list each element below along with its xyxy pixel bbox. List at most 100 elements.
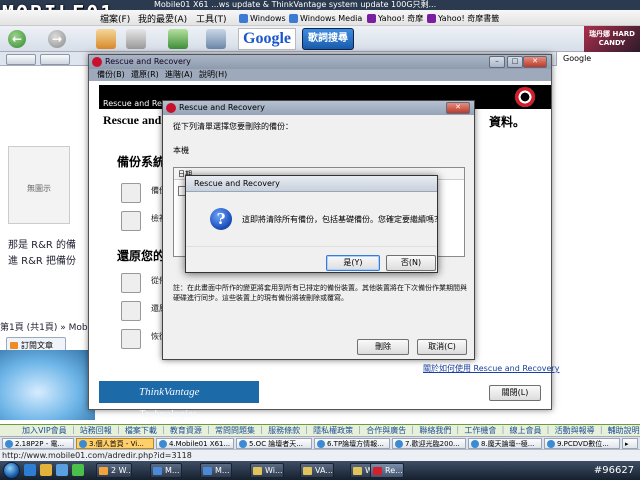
main-window-titlebar[interactable]: Rescue and Recovery – □ ✕ bbox=[89, 55, 551, 69]
post-text-line: 進 R&R 把備份 bbox=[8, 256, 77, 267]
delete-prompt: 從下列清單選擇您要刪除的備份： bbox=[173, 122, 293, 131]
delete-button[interactable]: 刪除 bbox=[357, 339, 409, 355]
delete-note: 註：在此畫面中所作的變更將套用到所有已排定的備份裝置。其他裝置將在下次備份作業期… bbox=[173, 284, 467, 302]
post-text-line: 那是 R&R 的備 bbox=[8, 240, 77, 251]
yes-button[interactable]: 是(Y) bbox=[326, 255, 380, 271]
rss-icon bbox=[10, 342, 18, 349]
main-close-button[interactable]: 關閉(L) bbox=[489, 385, 541, 401]
browser-tab[interactable]: 7.歡迎光臨200... bbox=[392, 438, 466, 449]
small-toolbar-button[interactable] bbox=[6, 54, 36, 65]
folder-icon bbox=[303, 467, 312, 475]
browser-tab[interactable]: 5.OC 論壇者天... bbox=[236, 438, 312, 449]
green-cube-icon[interactable] bbox=[168, 29, 188, 49]
app-icon bbox=[99, 467, 108, 475]
page-icon bbox=[239, 440, 247, 448]
confirm-dialog-titlebar[interactable]: Rescue and Recovery bbox=[186, 176, 437, 192]
menu-advanced[interactable]: 進階(A) bbox=[165, 69, 193, 81]
tab-scroll-button[interactable]: ▸ bbox=[622, 438, 638, 449]
bookmark-yahoo[interactable]: Yahoo! 奇摩 bbox=[364, 11, 427, 26]
start-button-icon[interactable] bbox=[3, 462, 20, 479]
location-label: 本機 bbox=[173, 146, 189, 155]
page-icon bbox=[317, 440, 325, 448]
quicklaunch-ie-icon[interactable] bbox=[24, 464, 36, 476]
minimize-button[interactable]: – bbox=[489, 56, 505, 68]
maximize-button[interactable]: □ bbox=[507, 56, 523, 68]
folder-icon bbox=[253, 467, 262, 475]
backup-section-title: 備份系統 bbox=[117, 155, 166, 169]
cube-icon[interactable] bbox=[126, 29, 146, 49]
browser-tab[interactable]: 4.Mobile01 X61... bbox=[156, 438, 234, 449]
browser-tab[interactable]: 8.魔天論壇--極... bbox=[468, 438, 542, 449]
page-icon bbox=[5, 440, 13, 448]
menu-bar: 檔案(F) 我的最愛(A) 工具(T) Windows Windows Medi… bbox=[0, 10, 640, 26]
cancel-button[interactable]: 取消(C) bbox=[417, 339, 467, 355]
confirm-dialog: Rescue and Recovery ? 這即將清除所有備份，包括基礎備份。您… bbox=[185, 175, 442, 274]
quicklaunch-app-icon[interactable] bbox=[72, 464, 84, 476]
menu-file[interactable]: 檔案(F) bbox=[100, 12, 130, 25]
taskbar-item[interactable]: 2 W... bbox=[96, 463, 132, 478]
taskbar-item[interactable]: VA... bbox=[300, 463, 334, 478]
view-backups-icon[interactable] bbox=[121, 211, 141, 231]
tools-cube-icon[interactable] bbox=[206, 29, 226, 49]
page-icon bbox=[471, 440, 479, 448]
back-arrow-icon[interactable]: ← bbox=[8, 30, 26, 48]
browser-tab-row: 2.18P2P - 電... 3.個人首頁 - Vi... 4.Mobile01… bbox=[0, 436, 640, 449]
menu-tools[interactable]: 工具(T) bbox=[196, 12, 227, 25]
close-button[interactable]: ✕ bbox=[446, 102, 470, 114]
taskbar: 2 W... M... M... Wi... VA... Wi... Re...… bbox=[0, 461, 640, 480]
yahoo-icon bbox=[367, 14, 376, 23]
side-search-input[interactable]: Google bbox=[556, 52, 640, 66]
menu-restore[interactable]: 還原(R) bbox=[131, 69, 159, 81]
quicklaunch-folder-icon[interactable] bbox=[40, 464, 52, 476]
forward-arrow-icon[interactable]: → bbox=[48, 30, 66, 48]
menu-favorites[interactable]: 我的最愛(A) bbox=[138, 12, 187, 25]
folder-icon bbox=[353, 467, 362, 475]
taskbar-item[interactable]: Wi... bbox=[250, 463, 284, 478]
menu-help[interactable]: 說明(H) bbox=[199, 69, 227, 81]
taskbar-clock: #96627 bbox=[593, 465, 635, 476]
rescue-recovery-icon bbox=[373, 467, 382, 475]
windows-icon bbox=[289, 14, 298, 23]
restore-from-backup-icon[interactable] bbox=[121, 273, 141, 293]
no-button[interactable]: 否(N) bbox=[386, 255, 436, 271]
home-icon[interactable] bbox=[96, 29, 116, 49]
close-button[interactable]: ✕ bbox=[523, 56, 547, 68]
browser-tab[interactable]: 9.PCDVD數位... bbox=[544, 438, 620, 449]
page-icon bbox=[79, 440, 87, 448]
restore-section-title: 還原您的 bbox=[117, 249, 166, 263]
google-logo[interactable]: Google bbox=[238, 28, 296, 50]
recover-icon[interactable] bbox=[121, 329, 141, 349]
yahoo-icon bbox=[427, 14, 436, 23]
main-heading-tail: 資料。 bbox=[489, 115, 526, 129]
hard-candy-badge: 瑞丹娜 HARD CANDY bbox=[584, 26, 640, 54]
bookmark-yahoo-bookmarks[interactable]: Yahoo! 奇摩書籤 bbox=[424, 11, 503, 26]
backup-computer-icon[interactable] bbox=[121, 183, 141, 203]
delete-dialog-titlebar[interactable]: Rescue and Recovery ✕ bbox=[163, 101, 474, 115]
bookmark-windows[interactable]: Windows bbox=[236, 11, 290, 26]
about-rescue-recovery-link[interactable]: 關於如何使用 Rescue and Recovery bbox=[423, 363, 559, 374]
page-icon bbox=[547, 440, 555, 448]
lyrics-search-button[interactable]: 歌詞搜尋 bbox=[302, 28, 354, 50]
browser-tab-active[interactable]: 3.個人首頁 - Vi... bbox=[76, 438, 154, 449]
restore-files-icon[interactable] bbox=[121, 301, 141, 321]
page-icon bbox=[159, 440, 167, 448]
confirm-button-bar: 是(Y) 否(N) bbox=[186, 246, 437, 274]
browser-tab[interactable]: 2.18P2P - 電... bbox=[2, 438, 74, 449]
status-url: http://www.mobile01.com/adredir.php?id=3… bbox=[2, 451, 192, 460]
taskbar-item[interactable]: M... bbox=[200, 463, 232, 478]
question-icon: ? bbox=[210, 208, 232, 230]
small-toolbar-button[interactable] bbox=[40, 54, 70, 65]
taskbar-item[interactable]: M... bbox=[150, 463, 182, 478]
app-icon bbox=[203, 467, 212, 475]
menu-backup[interactable]: 備份(B) bbox=[97, 69, 125, 81]
taskbar-item-active[interactable]: Re... bbox=[370, 463, 404, 478]
browser-tab[interactable]: 6.TP論壇方情報... bbox=[314, 438, 390, 449]
status-bar: http://www.mobile01.com/adredir.php?id=3… bbox=[0, 449, 640, 461]
confirm-message: 這即將清除所有備份，包括基礎備份。您確定要繼續嗎？ bbox=[242, 215, 442, 224]
bookmark-windows-media[interactable]: Windows Media bbox=[286, 11, 366, 26]
windows-icon bbox=[239, 14, 248, 23]
footer-links[interactable]: 加入VIP會員 ｜ 站務回報 ｜ 檔案下載 ｜ 教育資源 ｜ 常問問題集 ｜ 服… bbox=[0, 424, 640, 436]
image-placeholder: 無圖示 bbox=[8, 146, 70, 224]
page-icon bbox=[395, 440, 403, 448]
quicklaunch-media-icon[interactable] bbox=[56, 464, 68, 476]
